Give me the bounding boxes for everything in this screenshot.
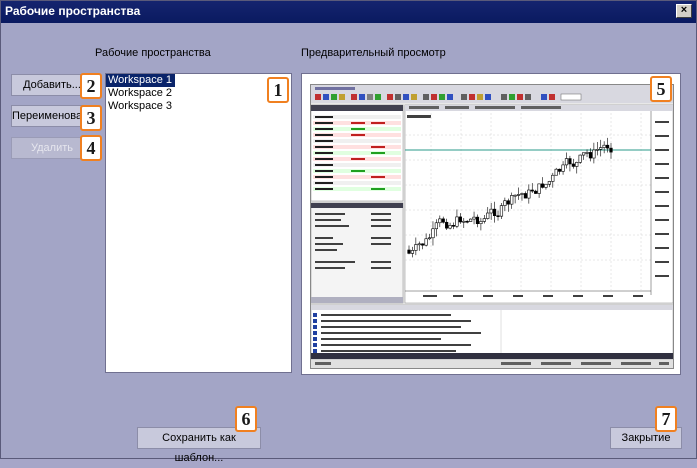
candle-body bbox=[492, 208, 497, 217]
callout-1: 1 bbox=[267, 77, 289, 103]
candle-body bbox=[445, 221, 449, 229]
title-bar[interactable]: Рабочие пространства × bbox=[1, 1, 696, 23]
candle-body bbox=[451, 225, 456, 227]
close-icon: × bbox=[680, 4, 688, 16]
candle-body bbox=[520, 193, 524, 195]
candle-body bbox=[503, 200, 507, 206]
candle-body bbox=[434, 222, 438, 230]
candle-body bbox=[431, 228, 435, 239]
candle-body bbox=[544, 183, 548, 188]
candle-body bbox=[407, 249, 411, 254]
candle-body bbox=[455, 216, 459, 227]
callout-4: 4 bbox=[80, 135, 102, 161]
candle-body bbox=[534, 190, 538, 194]
candle-body bbox=[458, 216, 462, 223]
candle-body bbox=[530, 189, 534, 192]
list-item[interactable]: Workspace 2 bbox=[106, 87, 291, 100]
candle-body bbox=[592, 149, 596, 159]
candle-body bbox=[540, 183, 545, 188]
window-title: Рабочие пространства bbox=[5, 4, 141, 18]
callout-2: 2 bbox=[80, 73, 102, 99]
candle-body bbox=[561, 164, 565, 172]
candle-body bbox=[486, 212, 490, 219]
candle-body bbox=[499, 205, 504, 217]
preview-pane bbox=[301, 73, 681, 375]
candle-body bbox=[510, 195, 514, 205]
candle-body bbox=[465, 220, 469, 223]
preview-thumbnail bbox=[310, 84, 674, 369]
callout-6: 6 bbox=[235, 406, 257, 432]
candle-body bbox=[537, 183, 541, 194]
candle-body bbox=[588, 152, 593, 159]
list-item[interactable]: Workspace 3 bbox=[106, 100, 291, 113]
candle-body bbox=[609, 147, 613, 153]
workspaces-label: Рабочие пространства bbox=[95, 47, 211, 59]
candle-body bbox=[564, 158, 569, 166]
candle-body bbox=[441, 218, 445, 223]
candle-body bbox=[516, 194, 521, 196]
candle-body bbox=[571, 163, 575, 167]
candle-body bbox=[506, 200, 510, 205]
candle-body bbox=[554, 168, 558, 176]
candle-body bbox=[595, 149, 599, 151]
candle-body bbox=[523, 193, 528, 199]
list-item[interactable]: Workspace 1 bbox=[106, 74, 175, 87]
candle-body bbox=[605, 144, 610, 149]
candle-body bbox=[469, 218, 473, 222]
candle-body bbox=[568, 158, 572, 165]
close-window-button[interactable]: × bbox=[676, 4, 692, 18]
candle-body bbox=[482, 218, 486, 222]
candle-body bbox=[582, 152, 586, 156]
candle-body bbox=[414, 244, 418, 251]
callout-3: 3 bbox=[80, 105, 102, 131]
candle-body bbox=[585, 152, 589, 154]
candle-body bbox=[513, 194, 517, 197]
candle-body bbox=[448, 225, 452, 229]
candle-body bbox=[489, 208, 493, 214]
candle-body bbox=[551, 174, 555, 182]
candle-body bbox=[472, 216, 476, 220]
candle-body bbox=[427, 237, 432, 240]
candle-body bbox=[599, 147, 603, 150]
callout-7: 7 bbox=[655, 406, 677, 432]
candle-body bbox=[547, 181, 551, 185]
workspace-list[interactable]: Workspace 1 Workspace 2 Workspace 3 bbox=[105, 73, 292, 373]
terminal-thumbnail-image bbox=[311, 85, 673, 368]
preview-label: Предварительный просмотр bbox=[301, 47, 446, 59]
callout-5: 5 bbox=[650, 76, 672, 102]
candle-body bbox=[527, 189, 531, 199]
candle-body bbox=[462, 220, 466, 223]
candle-body bbox=[410, 250, 415, 254]
candle-body bbox=[438, 218, 442, 224]
candle-body bbox=[421, 243, 425, 246]
candle-body bbox=[575, 162, 579, 167]
candle-body bbox=[475, 216, 480, 224]
candle-body bbox=[602, 144, 606, 148]
candle-body bbox=[558, 168, 562, 172]
candle-body bbox=[578, 154, 582, 163]
candle-body bbox=[479, 221, 483, 224]
candle-body bbox=[424, 238, 428, 246]
workspaces-dialog: Рабочие пространства × Рабочие пространс… bbox=[0, 0, 697, 464]
candle-body bbox=[496, 215, 500, 218]
candle-body bbox=[417, 243, 421, 246]
